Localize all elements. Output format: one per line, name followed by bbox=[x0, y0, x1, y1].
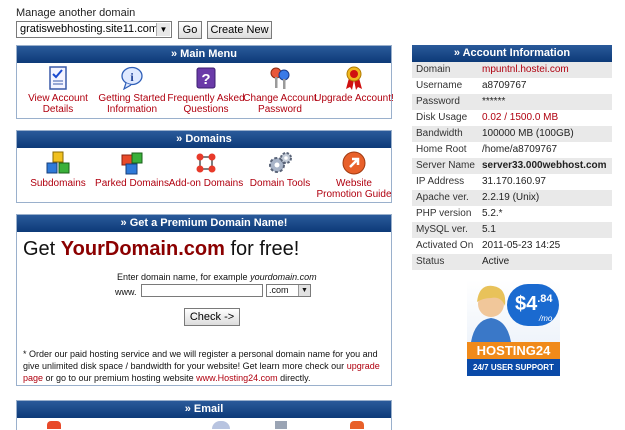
gears-icon bbox=[269, 152, 292, 173]
subdomains-label: Subdomains bbox=[30, 178, 86, 189]
note-text-1: * Order our paid hosting service and we … bbox=[23, 349, 378, 371]
manage-domain-label: Manage another domain bbox=[16, 7, 136, 19]
hosting24-ad-banner[interactable]: $4.84 /mo HOSTING24 24/7 USER SUPPORT bbox=[467, 280, 560, 376]
info-bubble-icon: i bbox=[121, 66, 143, 90]
hosting24-link[interactable]: www.Hosting24.com bbox=[196, 373, 278, 383]
domain-name-input[interactable] bbox=[141, 284, 263, 297]
go-button[interactable]: Go bbox=[178, 21, 202, 39]
domain-select[interactable]: gratiswebhosting.site11.com ▼ bbox=[16, 21, 172, 38]
account-info-panel: » Account Information Domain mpuntnl.host… bbox=[412, 45, 612, 270]
instruction-text: Enter domain name, for example bbox=[117, 272, 248, 282]
molecule-icon bbox=[196, 153, 216, 173]
domain-tools-link[interactable]: Domain Tools bbox=[239, 151, 321, 189]
info-row-bandwidth: Bandwidth 100000 MB (100GB) bbox=[412, 126, 612, 142]
domain-instruction: Enter domain name, for example yourdomai… bbox=[117, 271, 317, 283]
info-row-mysql: MySQL ver. 5.1 bbox=[412, 222, 612, 238]
domains-title: » Domains bbox=[17, 131, 391, 148]
account-info-title: » Account Information bbox=[412, 45, 612, 62]
parked-cubes-icon bbox=[121, 152, 143, 175]
ad-price: $4.84 bbox=[515, 293, 553, 315]
info-row-php: PHP version 5.2.* bbox=[416, 208, 503, 219]
upgrade-account-label: Upgrade Account! bbox=[314, 93, 394, 104]
info-row-home-root: Home Root/home/a8709767 bbox=[416, 144, 558, 155]
account-info-rows: Domain mpuntnl.hostei.com Username a870976… bbox=[412, 62, 612, 270]
ad-brand: HOSTING24 bbox=[467, 342, 560, 359]
arrow-circle-icon bbox=[342, 151, 366, 175]
website-promotion-label: Website Promotion Guide bbox=[316, 178, 392, 200]
info-row-activated: Activated On 2011-05-23 14:25 bbox=[416, 240, 561, 251]
change-password-label: Change Account Password bbox=[243, 93, 317, 115]
premium-headline: Get YourDomain.com for free! bbox=[23, 238, 299, 261]
headline-post: for free! bbox=[224, 238, 300, 260]
domain-tools-label: Domain Tools bbox=[249, 178, 311, 189]
main-menu-panel: » Main Menu View Account Details i Getti… bbox=[16, 45, 395, 119]
parked-domains-link[interactable]: Parked Domains bbox=[91, 151, 173, 189]
info-row-username: Username a8709767 bbox=[416, 80, 527, 91]
premium-domain-title: » Get a Premium Domain Name! bbox=[17, 215, 391, 232]
keys-icon bbox=[270, 67, 290, 89]
website-promotion-link[interactable]: Website Promotion Guide bbox=[313, 151, 395, 200]
mail-icon[interactable] bbox=[47, 421, 61, 429]
webmail-icon[interactable] bbox=[350, 421, 364, 429]
svg-text:?: ? bbox=[201, 71, 210, 88]
getting-started-label: Getting Started Information bbox=[98, 93, 166, 115]
info-row-apache: Apache ver. 2.2.19 (Unix) bbox=[412, 190, 612, 206]
domain-link[interactable]: mpuntnl.hostei.com bbox=[482, 62, 569, 78]
info-row-ip-address: IP Address 31.170.160.97 bbox=[416, 176, 546, 187]
mailbox-icon[interactable] bbox=[212, 421, 230, 429]
addon-domains-link[interactable]: Add-on Domains bbox=[165, 151, 247, 189]
info-row-password: Password ****** bbox=[412, 94, 612, 110]
upgrade-account-link[interactable]: Upgrade Account! bbox=[313, 66, 395, 104]
chevron-down-icon[interactable]: ▼ bbox=[298, 285, 310, 296]
addon-domains-label: Add-on Domains bbox=[168, 178, 244, 189]
domains-panel: » Domains Subdomains Parked Domains Add-… bbox=[16, 130, 392, 203]
ad-per-month: /mo bbox=[539, 314, 553, 323]
domain-select-value: gratiswebhosting.site11.com bbox=[20, 23, 158, 35]
faq-label: Frequently Asked Questions bbox=[167, 93, 245, 115]
forwarder-icon[interactable] bbox=[275, 421, 287, 429]
info-row-domain: Domain mpuntnl.hostei.com bbox=[412, 62, 612, 78]
info-row-status: Status Active bbox=[412, 254, 612, 270]
email-title: » Email bbox=[17, 401, 391, 418]
headline-pre: Get bbox=[23, 238, 61, 260]
www-label: www. bbox=[115, 287, 137, 297]
info-row-disk-usage: Disk Usage 0.02 / 1500.0 MB bbox=[416, 112, 559, 123]
cubes-icon bbox=[46, 151, 70, 174]
premium-domain-panel: » Get a Premium Domain Name! Get YourDom… bbox=[16, 214, 392, 386]
main-menu-title: » Main Menu bbox=[17, 46, 391, 63]
question-box-icon: ? bbox=[196, 67, 216, 89]
change-password-link[interactable]: Change Account Password bbox=[239, 66, 321, 115]
info-row-server-name: Server Name server33.000webhost.com bbox=[412, 158, 612, 174]
check-button[interactable]: Check -> bbox=[184, 308, 240, 326]
view-account-details-label: View Account Details bbox=[28, 93, 88, 115]
note-text-2: or go to our premium hosting website bbox=[43, 373, 197, 383]
ad-support-text: 24/7 USER SUPPORT bbox=[467, 359, 560, 376]
faq-link[interactable]: ? Frequently Asked Questions bbox=[165, 66, 247, 115]
headline-domain: YourDomain.com bbox=[60, 238, 225, 260]
view-account-details-link[interactable]: View Account Details bbox=[17, 66, 99, 115]
premium-note: * Order our paid hosting service and we … bbox=[23, 348, 385, 384]
email-panel: » Email bbox=[16, 400, 392, 430]
tld-select-value: .com bbox=[269, 285, 289, 295]
checklist-icon bbox=[49, 66, 67, 90]
getting-started-link[interactable]: i Getting Started Information bbox=[91, 66, 173, 115]
instruction-example: yourdomain.com bbox=[250, 272, 317, 282]
subdomains-link[interactable]: Subdomains bbox=[17, 151, 99, 189]
note-text-3: directly. bbox=[277, 373, 311, 383]
tld-select[interactable]: .com ▼ bbox=[266, 284, 311, 297]
create-new-button[interactable]: Create New bbox=[207, 21, 272, 39]
chevron-down-icon[interactable]: ▼ bbox=[156, 23, 170, 36]
parked-domains-label: Parked Domains bbox=[95, 178, 169, 189]
award-ribbon-icon bbox=[346, 66, 362, 90]
